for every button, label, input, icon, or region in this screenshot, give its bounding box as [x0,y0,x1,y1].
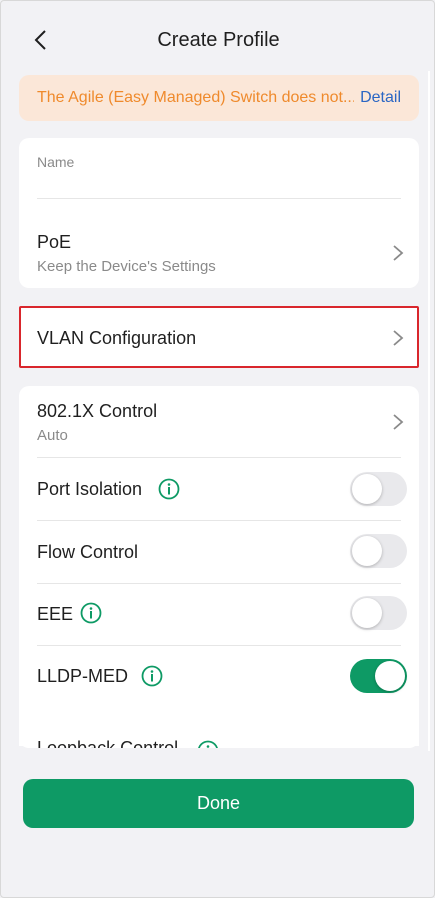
port-isolation-toggle[interactable] [350,472,407,506]
dot1x-row[interactable]: 802.1X Control Auto [19,386,419,457]
lldp-med-toggle[interactable] [350,659,407,693]
chevron-right-icon [393,245,404,261]
toggle-knob [352,474,382,504]
detail-link[interactable]: Detail [360,89,401,107]
chevron-right-icon [393,330,404,346]
flow-control-row: Flow Control [19,521,419,583]
lldp-med-row: LLDP-MED [19,646,419,708]
lldp-med-title: LLDP-MED [37,666,129,686]
info-icon[interactable] [141,665,163,687]
name-input[interactable] [37,174,401,198]
dot1x-title: 802.1X Control [37,401,158,421]
scrollbar[interactable] [428,71,430,751]
port-isolation-row: Port Isolation [19,458,419,520]
profile-basic-card: Name PoE Keep the Device's Settings [19,138,419,288]
vlan-configuration-row[interactable]: VLAN Configuration [19,306,419,368]
banner-text: The Agile (Easy Managed) Switch does not… [37,89,355,106]
header: Create Profile [1,1,435,77]
vlan-title: VLAN Configuration [37,328,197,348]
page-title: Create Profile [157,29,280,51]
port-settings-card: 802.1X Control Auto Port Isolation Flow … [19,386,419,746]
toggle-knob [352,536,382,566]
divider [37,198,401,199]
eee-toggle[interactable] [350,596,407,630]
warning-banner: The Agile (Easy Managed) Switch does not… [19,75,419,121]
info-icon[interactable] [197,740,219,748]
info-icon[interactable] [80,602,102,624]
port-isolation-title: Port Isolation [37,479,143,499]
done-button[interactable]: Done [23,779,414,828]
toggle-knob [352,598,382,628]
poe-value: Keep the Device's Settings [37,258,216,275]
toggle-knob [375,661,405,691]
loopback-card: Loopback Control [19,726,419,748]
poe-title: PoE [37,232,72,252]
info-icon[interactable] [158,478,180,500]
chevron-right-icon [393,414,404,430]
dot1x-value: Auto [37,427,68,444]
eee-row: EEE [19,584,419,646]
eee-title: EEE [37,604,74,624]
poe-row[interactable]: PoE Keep the Device's Settings [19,216,419,288]
flow-control-toggle[interactable] [350,534,407,568]
loopback-title: Loopback Control [37,738,179,748]
app-frame: Create Profile The Agile (Easy Managed) … [0,0,435,898]
flow-control-title: Flow Control [37,542,139,562]
name-label: Name [37,154,75,170]
